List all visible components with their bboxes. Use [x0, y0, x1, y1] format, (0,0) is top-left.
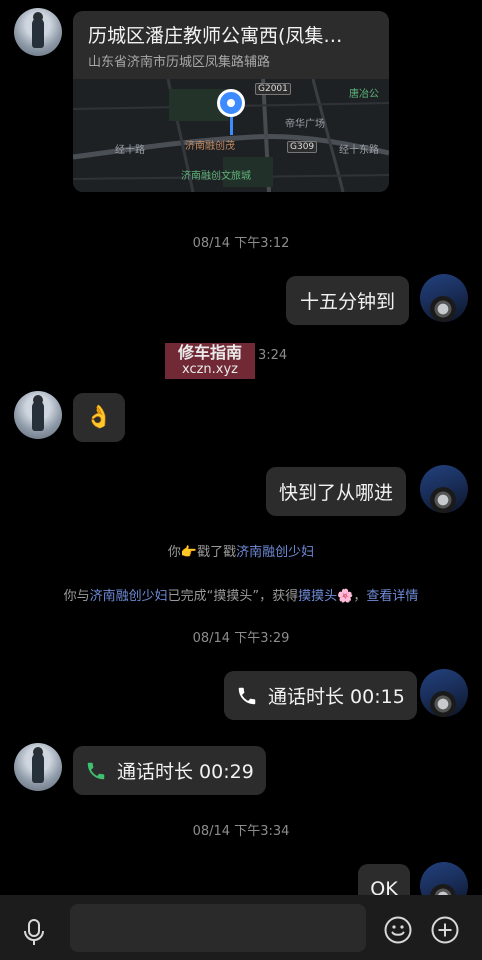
timestamp: 08/14 下午3:34: [192, 824, 290, 839]
poke-contact-link[interactable]: 济南融创少妇: [236, 545, 314, 560]
watermark: 修车指南 xczn.xyz: [165, 343, 255, 379]
pat-prefix: 你与: [63, 589, 90, 604]
system-message-pat: 你与济南融创少妇已完成“摸摸头”，获得摸摸头🌸，查看详情: [0, 585, 482, 604]
system-message-poke: 你👉戳了戳济南融创少妇: [0, 541, 482, 560]
map-label: 济南融创茂: [185, 141, 235, 152]
location-pin-stem: [230, 117, 233, 135]
mic-icon[interactable]: [22, 918, 46, 946]
my-avatar[interactable]: [420, 862, 468, 895]
map-label: 唐冶公: [349, 89, 379, 100]
emoji-icon[interactable]: [384, 916, 412, 944]
location-pin-icon: [217, 89, 245, 117]
watermark-title: 修车指南: [177, 343, 242, 362]
chat-area[interactable]: 历城区潘庄教师公寓西(凤集… 山东省济南市历城区凤集路辅路 经十路 经十东路 济…: [0, 0, 482, 895]
call-record-incoming[interactable]: 通话时长 00:29: [73, 746, 266, 795]
location-card[interactable]: 历城区潘庄教师公寓西(凤集… 山东省济南市历城区凤集路辅路 经十路 经十东路 济…: [73, 11, 389, 192]
highway-shield: G309: [287, 141, 318, 153]
highway-shield: G2001: [255, 83, 291, 95]
my-avatar[interactable]: [420, 274, 468, 322]
watermark-url: xczn.xyz: [181, 362, 239, 377]
pat-reward-link[interactable]: 摸摸头: [298, 589, 337, 604]
pat-middle: 已完成“摸摸头”，获得: [167, 589, 299, 604]
message-text: 快到了从哪进: [279, 482, 394, 504]
map-preview[interactable]: 经十路 经十东路 济南融创茂 济南融创文旅城 帝华广场 唐冶公 G2001 G3…: [73, 79, 389, 192]
contact-avatar[interactable]: [14, 391, 62, 439]
message-text: OK: [370, 877, 398, 896]
flower-emoji: 🌸: [337, 589, 354, 604]
my-avatar[interactable]: [420, 669, 468, 717]
map-label: 经十路: [115, 145, 145, 156]
timestamp: 3:24: [258, 348, 288, 363]
call-record-outgoing[interactable]: 通话时长 00:15: [224, 671, 417, 720]
view-details-link[interactable]: 查看详情: [366, 589, 418, 604]
pat-contact-link[interactable]: 济南融创少妇: [90, 589, 168, 604]
message-bubble-outgoing[interactable]: OK: [358, 864, 410, 895]
contact-avatar[interactable]: [14, 8, 62, 56]
location-address: 山东省济南市历城区凤集路辅路: [88, 55, 271, 70]
phone-icon: [238, 687, 256, 704]
message-bubble-outgoing[interactable]: 快到了从哪进: [266, 467, 407, 516]
my-avatar[interactable]: [420, 465, 468, 513]
pat-separator: ，: [353, 589, 367, 604]
call-duration-text: 通话时长 00:15: [268, 686, 405, 708]
poke-finger-icon: 👉: [180, 545, 198, 560]
location-title: 历城区潘庄教师公寓西(凤集…: [88, 25, 343, 47]
message-bubble-outgoing[interactable]: 十五分钟到: [286, 276, 410, 325]
contact-avatar[interactable]: [14, 743, 62, 791]
poke-you: 你: [167, 545, 181, 560]
message-text: 十五分钟到: [300, 291, 396, 313]
map-label: 经十东路: [339, 145, 379, 156]
phone-icon: [87, 762, 105, 779]
call-duration-text: 通话时长 00:29: [117, 761, 254, 783]
poke-action: 戳了戳: [197, 545, 237, 560]
map-label: 帝华广场: [285, 119, 325, 130]
message-bubble-incoming[interactable]: 👌: [73, 393, 125, 442]
ok-hand-emoji: 👌: [85, 405, 113, 430]
map-label: 济南融创文旅城: [181, 171, 251, 182]
message-input[interactable]: [70, 904, 366, 952]
plus-icon[interactable]: [431, 916, 459, 944]
timestamp: 08/14 下午3:12: [192, 236, 290, 251]
timestamp: 08/14 下午3:29: [192, 631, 290, 646]
